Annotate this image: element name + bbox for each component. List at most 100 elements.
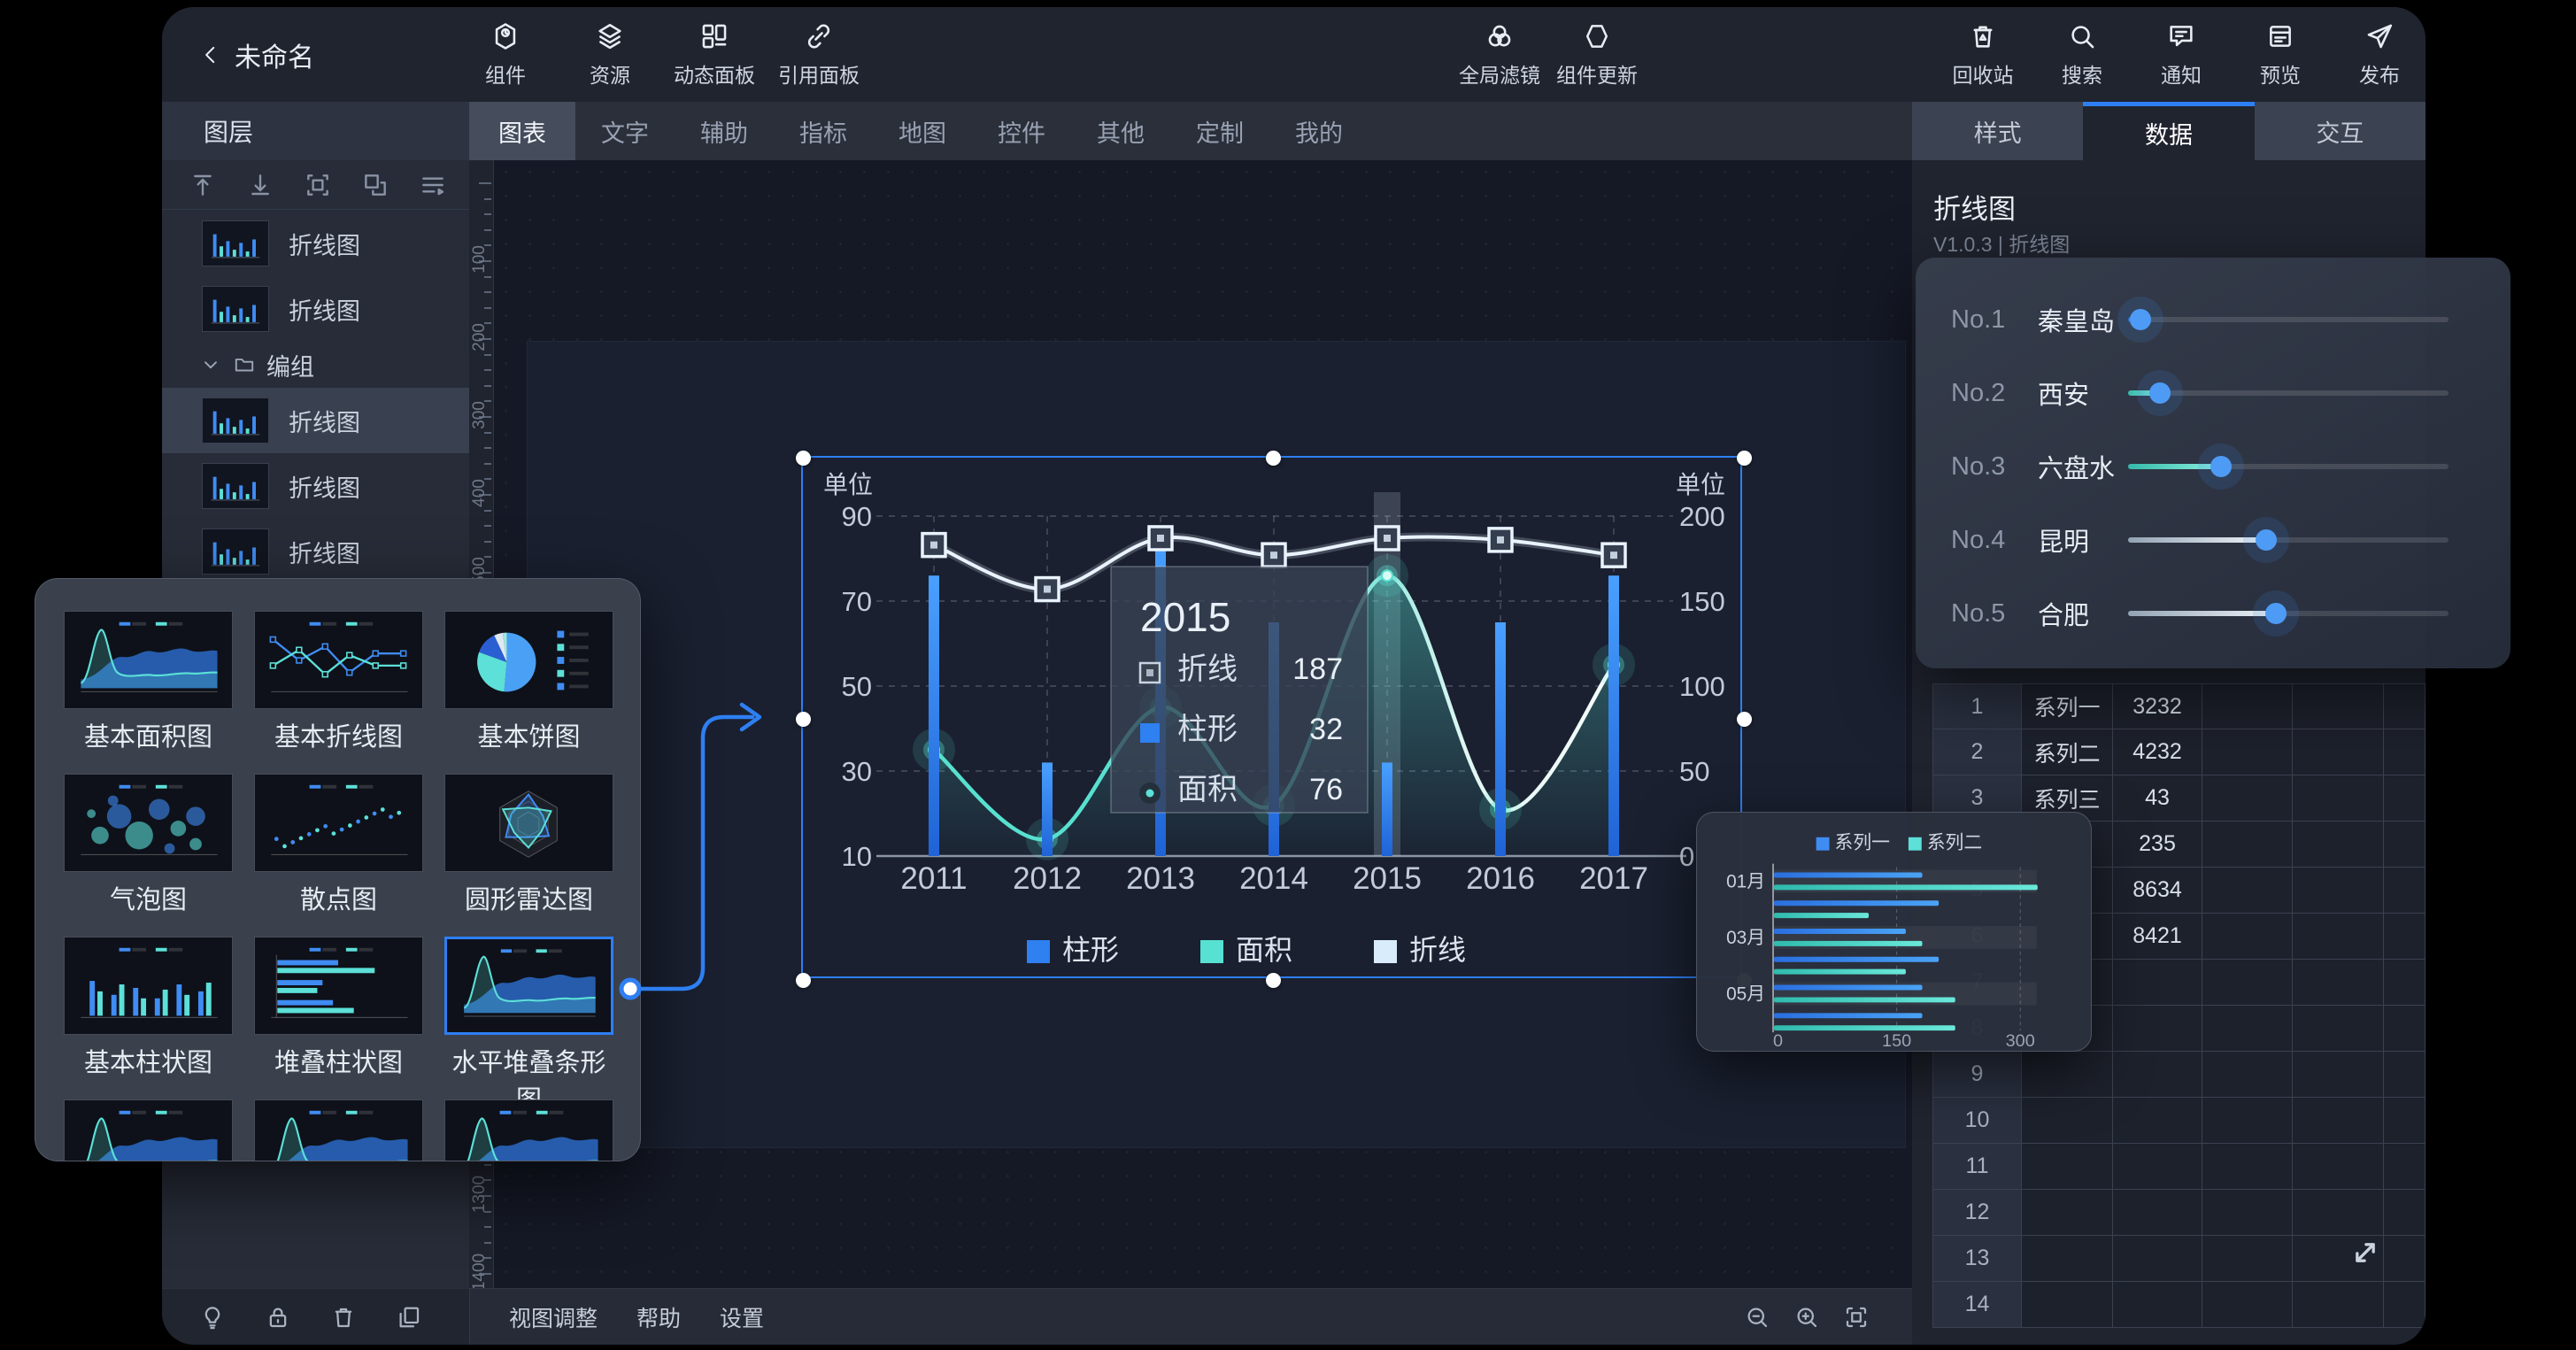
table-cell[interactable] (2293, 960, 2384, 1006)
back-button[interactable]: 未命名 (199, 7, 314, 102)
topbar-component-button[interactable]: 组件 (461, 12, 550, 97)
table-cell[interactable] (2202, 960, 2293, 1006)
table-cell[interactable] (2022, 1190, 2113, 1236)
table-cell[interactable] (2293, 1190, 2384, 1236)
selection-handle[interactable] (796, 451, 811, 466)
table-cell[interactable] (2022, 1144, 2113, 1190)
table-cell[interactable] (2113, 1052, 2202, 1098)
table-cell[interactable] (2293, 683, 2384, 729)
table-cell[interactable] (2113, 1006, 2202, 1052)
gallery-item-堆叠柱状图[interactable]: 堆叠柱状图 (254, 937, 423, 1079)
gallery-item-散点图[interactable]: 散点图 (254, 774, 423, 916)
table-cell[interactable]: 4232 (2113, 729, 2202, 775)
tab-文字[interactable]: 文字 (575, 102, 675, 160)
layer-group-row[interactable]: 编组 (162, 342, 469, 388)
table-cell[interactable] (2202, 775, 2293, 822)
slider-knob[interactable] (2256, 529, 2277, 551)
table-cell[interactable] (2202, 1098, 2293, 1144)
slider-knob[interactable] (2149, 382, 2171, 404)
tab-指标[interactable]: 指标 (774, 102, 873, 160)
table-cell[interactable] (2293, 1144, 2384, 1190)
table-cell[interactable] (2113, 1282, 2202, 1328)
table-cell[interactable]: 8634 (2113, 868, 2202, 914)
topbar-filter-venn-button[interactable]: 全局滤镜 (1455, 12, 1544, 97)
tab-定制[interactable]: 定制 (1170, 102, 1269, 160)
topbar-notification-button[interactable]: 通知 (2137, 12, 2225, 97)
gallery-item-基本面积图[interactable]: 基本面积图 (64, 611, 233, 753)
table-cell[interactable]: 系列一 (2022, 683, 2113, 729)
slider-track[interactable] (2128, 390, 2449, 396)
slider-track[interactable] (2128, 464, 2449, 469)
table-cell[interactable] (2202, 1052, 2293, 1098)
topbar-recycle-bin-button[interactable]: 回收站 (1939, 12, 2027, 97)
selection-handle[interactable] (1266, 451, 1281, 466)
gallery-item-partial[interactable] (254, 1099, 423, 1161)
gallery-item-基本折线图[interactable]: 基本折线图 (254, 611, 423, 753)
table-cell[interactable]: 43 (2113, 775, 2202, 822)
selection-handle[interactable] (1737, 451, 1752, 466)
table-cell[interactable] (2022, 1282, 2113, 1328)
selection-handle[interactable] (796, 973, 811, 988)
slider-knob[interactable] (2265, 603, 2287, 624)
table-cell[interactable] (2384, 868, 2426, 914)
table-cell[interactable] (2022, 1098, 2113, 1144)
menu-视图调整[interactable]: 视图调整 (509, 1301, 598, 1333)
gallery-item-partial[interactable] (64, 1099, 233, 1161)
gallery-item-partial[interactable] (444, 1099, 613, 1161)
table-cell[interactable] (2384, 1236, 2426, 1282)
table-cell[interactable] (2384, 1190, 2426, 1236)
table-cell[interactable] (2113, 1190, 2202, 1236)
mini-bar-chart-popup[interactable]: 系列一系列二015030001月03月05月 (1696, 812, 2092, 1052)
selected-line-chart-component[interactable]: 2015折线187柱形32面积76单位单位9070503010200150100… (801, 456, 1742, 978)
table-cell[interactable] (2384, 729, 2426, 775)
table-cell[interactable] (2384, 1052, 2426, 1098)
topbar-link-button[interactable]: 引用面板 (775, 12, 863, 97)
table-resize-icon[interactable] (2346, 1233, 2385, 1272)
topbar-preview-button[interactable]: 预览 (2236, 12, 2325, 97)
topbar-search-button[interactable]: 搜索 (2038, 12, 2126, 97)
bulb-icon[interactable] (199, 1304, 226, 1331)
zoom-out-icon[interactable] (1744, 1304, 1770, 1331)
table-cell[interactable]: 8421 (2113, 914, 2202, 960)
table-cell[interactable]: 3232 (2113, 683, 2202, 729)
layer-item[interactable]: 折线图 (162, 388, 469, 453)
inspector-tab-交互[interactable]: 交互 (2255, 102, 2426, 160)
topbar-publish-button[interactable]: 发布 (2335, 12, 2424, 97)
move-top-icon[interactable] (189, 171, 217, 199)
group-frame-icon[interactable] (304, 171, 332, 199)
lock-icon[interactable] (265, 1304, 291, 1331)
table-cell[interactable] (2384, 914, 2426, 960)
table-cell[interactable] (2293, 729, 2384, 775)
table-cell[interactable] (2384, 960, 2426, 1006)
table-cell[interactable] (2202, 914, 2293, 960)
chevron-down-icon[interactable] (199, 353, 222, 376)
slider-knob[interactable] (2130, 309, 2151, 330)
topbar-component-update-button[interactable]: 组件更新 (1553, 12, 1641, 97)
menu-设置[interactable]: 设置 (720, 1301, 764, 1333)
table-cell[interactable] (2384, 683, 2426, 729)
slider-track[interactable] (2128, 537, 2449, 543)
tab-地图[interactable]: 地图 (873, 102, 972, 160)
table-cell[interactable] (2022, 1236, 2113, 1282)
tab-我的[interactable]: 我的 (1269, 102, 1369, 160)
table-cell[interactable] (2202, 1236, 2293, 1282)
table-cell[interactable] (2202, 683, 2293, 729)
ungroup-frame-icon[interactable] (361, 171, 389, 199)
table-cell[interactable] (2202, 1282, 2293, 1328)
table-cell[interactable] (2293, 822, 2384, 868)
menu-帮助[interactable]: 帮助 (636, 1301, 681, 1333)
table-cell[interactable] (2113, 1144, 2202, 1190)
table-cell[interactable] (2293, 1006, 2384, 1052)
layer-item[interactable]: 折线图 (162, 453, 469, 519)
table-cell[interactable] (2202, 1006, 2293, 1052)
layer-item[interactable]: 折线图 (162, 211, 469, 276)
table-cell[interactable] (2384, 1282, 2426, 1328)
table-cell[interactable] (2202, 1144, 2293, 1190)
table-cell[interactable] (2202, 822, 2293, 868)
selection-handle[interactable] (796, 712, 811, 727)
table-cell[interactable] (2384, 775, 2426, 822)
layer-item[interactable]: 折线图 (162, 519, 469, 584)
table-cell[interactable] (2202, 868, 2293, 914)
table-cell[interactable] (2293, 1098, 2384, 1144)
selection-handle[interactable] (1737, 712, 1752, 727)
